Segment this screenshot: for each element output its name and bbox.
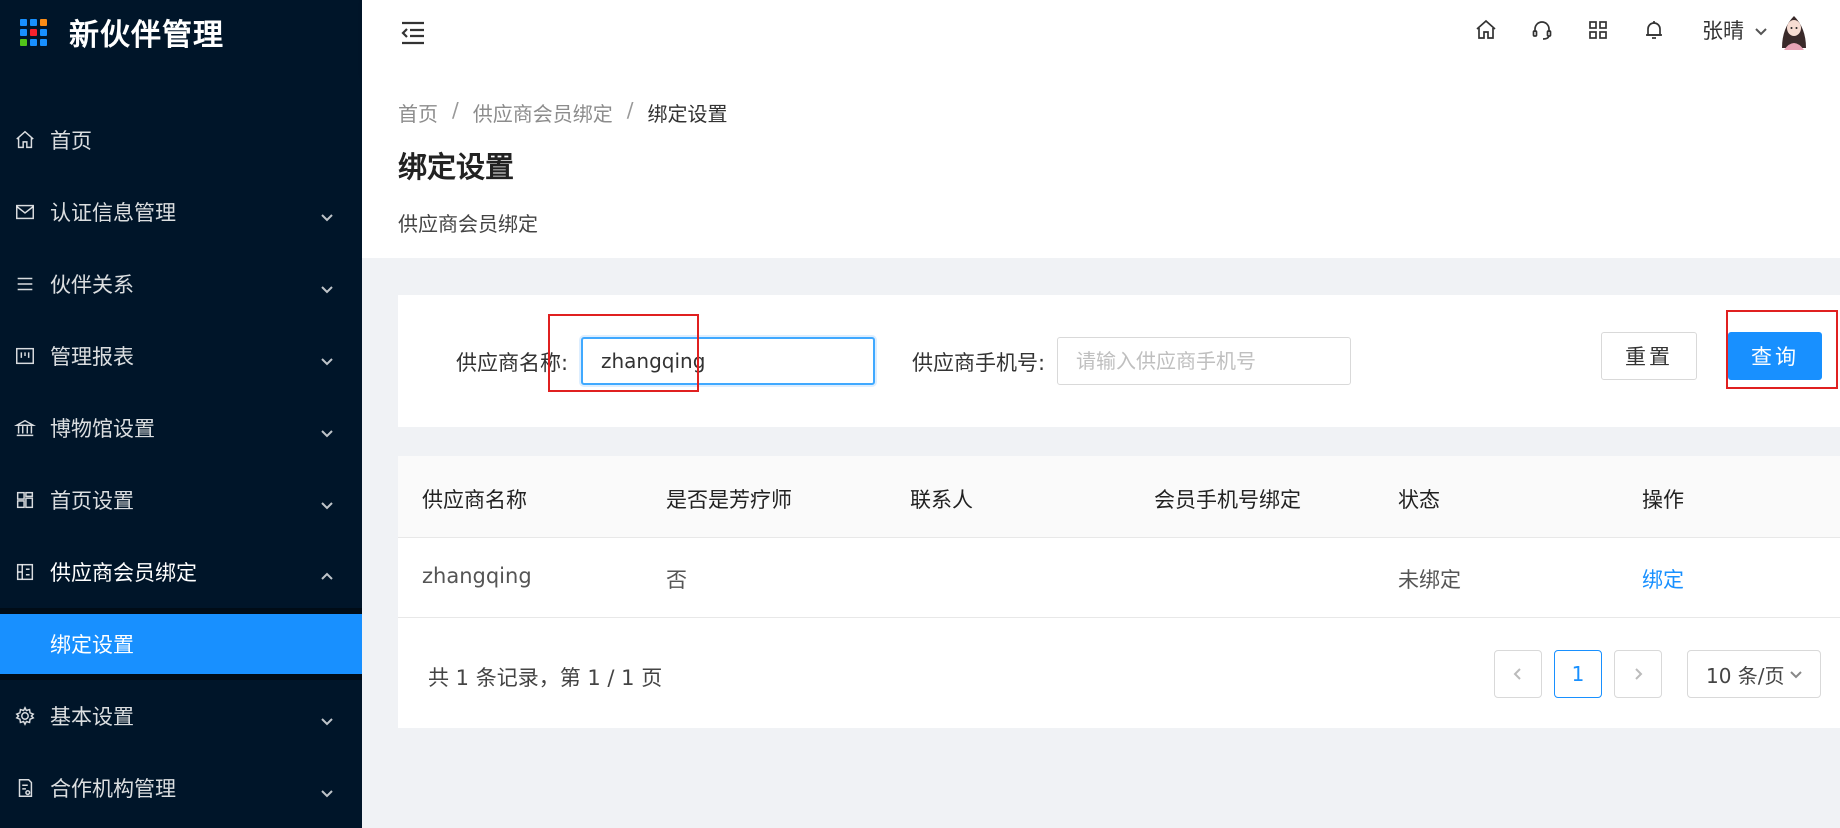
- supplier-phone-label: 供应商手机号:: [912, 351, 1046, 375]
- app-title: 新伙伴管理: [69, 18, 224, 53]
- apps-grid-icon: [20, 18, 47, 46]
- cell-status: 未绑定: [1398, 568, 1461, 592]
- gear-icon: [14, 705, 36, 727]
- sidebar-item-label: 供应商会员绑定: [50, 561, 197, 585]
- page-size-value: 10 条/页: [1706, 663, 1785, 688]
- sidebar-item-supplier-binding[interactable]: 供应商会员绑定: [0, 536, 362, 608]
- chevron-down-icon: [1789, 671, 1802, 679]
- sidebar-subitem-binding-settings[interactable]: 绑定设置: [0, 614, 362, 674]
- page-size-select[interactable]: 10 条/页: [1687, 650, 1821, 698]
- column-header[interactable]: 联系人: [910, 484, 973, 514]
- breadcrumb-supplier-binding[interactable]: 供应商会员绑定: [473, 98, 613, 127]
- menu-fold-icon[interactable]: [398, 18, 428, 48]
- sidebar: 新伙伴管理 首页 认证信息管理 伙伴关系 管理报表 博物馆设置 首页设置 供应商…: [0, 0, 362, 828]
- bank-icon: [14, 417, 36, 439]
- sidebar-item-museum[interactable]: 博物馆设置: [0, 392, 362, 464]
- chevron-left-icon: [1513, 668, 1521, 680]
- chevron-down-icon[interactable]: [1754, 23, 1768, 37]
- chevron-down-icon: [320, 421, 334, 438]
- query-button[interactable]: 查询: [1728, 332, 1822, 380]
- chevron-down-icon: [320, 205, 334, 222]
- mail-icon: [14, 201, 36, 223]
- cell-is-therapist: 否: [666, 568, 687, 592]
- table-row: zhangqing 否 未绑定 绑定: [398, 538, 1840, 618]
- chevron-up-icon: [320, 565, 334, 580]
- logo[interactable]: 新伙伴管理: [0, 0, 362, 64]
- reset-button[interactable]: 重置: [1601, 332, 1697, 380]
- column-header[interactable]: 状态: [1398, 484, 1440, 514]
- chevron-down-icon: [320, 349, 334, 366]
- avatar[interactable]: [1778, 10, 1810, 50]
- sidebar-item-partners[interactable]: 伙伴关系: [0, 248, 362, 320]
- layout-icon: [14, 489, 36, 511]
- sidebar-item-partner-orgs[interactable]: 合作机构管理: [0, 752, 362, 824]
- results-table: 供应商名称 是否是芳疗师 联系人 会员手机号绑定 状态 操作 zhangqing…: [398, 456, 1840, 728]
- sidebar-item-label: 认证信息管理: [50, 201, 176, 225]
- apps-icon[interactable]: [1586, 18, 1610, 42]
- pagination-summary: 共 1 条记录，第 1 / 1 页: [428, 666, 663, 690]
- column-header: 操作: [1642, 488, 1684, 512]
- breadcrumb-separator: /: [452, 98, 459, 122]
- user-name[interactable]: 张晴: [1702, 15, 1744, 45]
- page-1-button[interactable]: 1: [1554, 650, 1602, 698]
- column-header[interactable]: 会员手机号绑定: [1154, 484, 1301, 514]
- breadcrumb-separator: /: [626, 98, 634, 122]
- page-description: 供应商会员绑定: [398, 212, 538, 236]
- sidebar-menu: 首页 认证信息管理 伙伴关系 管理报表 博物馆设置 首页设置 供应商会员绑定 绑…: [0, 104, 362, 824]
- chevron-right-icon: [1635, 668, 1643, 680]
- header-actions: 张晴: [1458, 0, 1840, 60]
- chevron-down-icon: [320, 781, 334, 798]
- breadcrumb-current: 绑定设置: [647, 102, 728, 126]
- bell-icon[interactable]: [1642, 18, 1666, 42]
- sidebar-item-certification[interactable]: 认证信息管理: [0, 176, 362, 248]
- sidebar-item-homepage-settings[interactable]: 首页设置: [0, 464, 362, 536]
- table-header: 供应商名称 是否是芳疗师 联系人 会员手机号绑定 状态 操作: [398, 456, 1840, 538]
- home-icon[interactable]: [1474, 18, 1498, 42]
- cell-supplier-name: zhangqing: [422, 564, 532, 588]
- list-icon: [14, 273, 36, 295]
- scan-icon: [14, 561, 36, 583]
- sidebar-item-label: 基本设置: [50, 705, 134, 729]
- sidebar-item-label: 首页: [50, 129, 92, 153]
- home-icon: [14, 129, 36, 151]
- search-form: 供应商名称: 供应商手机号: 重置 查询: [398, 295, 1840, 427]
- supplier-name-label: 供应商名称:: [456, 351, 569, 375]
- bind-link[interactable]: 绑定: [1642, 564, 1684, 594]
- headset-icon[interactable]: [1530, 18, 1554, 42]
- submenu-supplier-binding: 绑定设置: [0, 608, 362, 680]
- column-header[interactable]: 供应商名称: [422, 484, 527, 514]
- sidebar-item-reports[interactable]: 管理报表: [0, 320, 362, 392]
- sidebar-item-label: 伙伴关系: [50, 273, 134, 297]
- report-icon: [14, 345, 36, 367]
- breadcrumb: 首页 / 供应商会员绑定 / 绑定设置: [398, 98, 728, 127]
- supplier-name-input[interactable]: [581, 337, 875, 385]
- audit-icon: [14, 777, 36, 799]
- page-title: 绑定设置: [398, 150, 515, 184]
- sidebar-item-home[interactable]: 首页: [0, 104, 362, 176]
- next-page-button[interactable]: [1614, 650, 1662, 698]
- prev-page-button[interactable]: [1494, 650, 1542, 698]
- supplier-phone-input[interactable]: [1057, 337, 1351, 385]
- column-header[interactable]: 是否是芳疗师: [666, 484, 792, 514]
- sidebar-item-label: 首页设置: [50, 489, 134, 513]
- breadcrumb-home[interactable]: 首页: [398, 98, 438, 127]
- sidebar-item-label: 管理报表: [50, 345, 134, 369]
- chevron-down-icon: [320, 493, 334, 510]
- chevron-down-icon: [320, 709, 334, 726]
- sidebar-item-label: 合作机构管理: [50, 777, 176, 801]
- chevron-down-icon: [320, 277, 334, 294]
- top-header: 张晴: [362, 0, 1840, 76]
- sidebar-item-label: 博物馆设置: [50, 417, 155, 441]
- page-header: 首页 / 供应商会员绑定 / 绑定设置 绑定设置 供应商会员绑定: [362, 76, 1840, 258]
- sidebar-item-basic-settings[interactable]: 基本设置: [0, 680, 362, 752]
